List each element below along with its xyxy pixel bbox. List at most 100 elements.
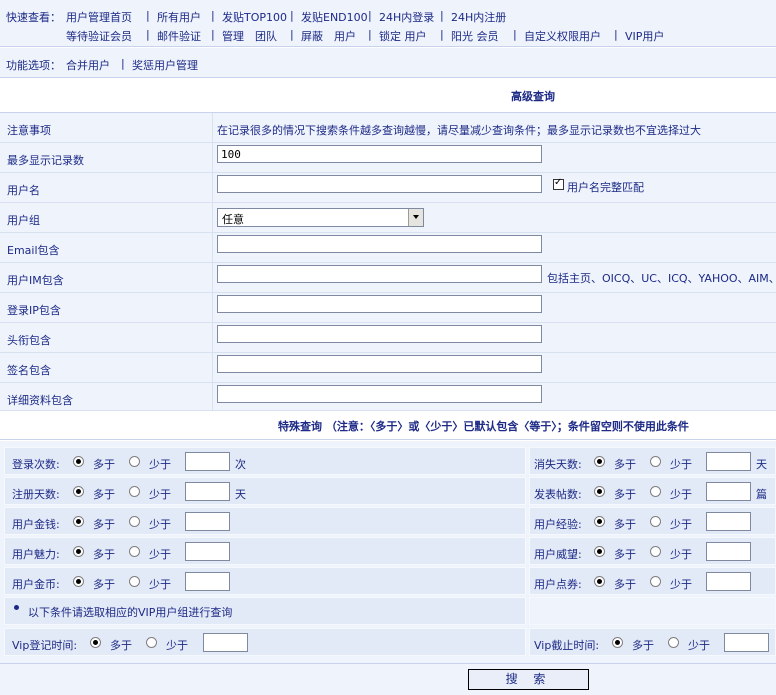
username-exact-match-label: 用户名完整匹配 <box>567 181 644 194</box>
nav-link-post-end100[interactable]: 发贴END100 <box>301 9 368 25</box>
footer-bar <box>0 663 776 695</box>
post-count-more-label: 多于 <box>614 488 636 501</box>
vip-expire-more-radio[interactable] <box>612 637 623 648</box>
absent-days-less-radio[interactable] <box>650 456 661 467</box>
nav-link-vip-users[interactable]: VIP用户 <box>625 28 664 44</box>
max-records-input[interactable] <box>217 145 542 163</box>
register-days-more-radio[interactable] <box>73 486 84 497</box>
nav-link-24h-login[interactable]: 24H内登录 <box>379 9 434 25</box>
signature-input[interactable] <box>217 355 542 373</box>
login-count-less-radio[interactable] <box>129 456 140 467</box>
search-button[interactable]: 搜 索 <box>468 669 589 690</box>
post-count-input[interactable] <box>706 482 751 501</box>
nav-link-sunshine-members[interactable]: 阳光 会员 <box>451 28 499 44</box>
login-ip-input[interactable] <box>217 295 542 313</box>
register-days-label: 注册天数: <box>12 488 60 501</box>
login-count-input[interactable] <box>185 452 230 471</box>
notice-text: 在记录很多的情况下搜索条件越多查询越慢，请尽量减少查询条件；最多显示记录数也不宜… <box>217 124 701 137</box>
vip-register-more-radio[interactable] <box>90 637 101 648</box>
register-days-input[interactable] <box>185 482 230 501</box>
username-exact-match-checkbox[interactable] <box>553 177 564 190</box>
user-im-input[interactable] <box>217 265 542 283</box>
username-input[interactable] <box>217 175 542 193</box>
money-input[interactable] <box>185 512 230 531</box>
money-less-radio[interactable] <box>129 516 140 527</box>
func-link-merge-users[interactable]: 合并用户 <box>66 57 110 73</box>
user-group-select[interactable]: 任意 <box>217 208 424 227</box>
nav-link-user-home[interactable]: 用户管理首页 <box>66 9 132 25</box>
charm-less-radio[interactable] <box>129 546 140 557</box>
nav-link-all-users[interactable]: 所有用户 <box>157 9 201 25</box>
post-count-label: 发表帖数: <box>534 488 582 501</box>
charm-input[interactable] <box>185 542 230 561</box>
vip-register-input[interactable] <box>203 633 248 652</box>
coupons-input[interactable] <box>706 572 751 591</box>
nav-sep: | <box>440 28 444 41</box>
title-input[interactable] <box>217 325 542 343</box>
vip-register-more-label: 多于 <box>110 639 132 652</box>
advanced-query-title: 高级查询 <box>511 90 555 103</box>
prestige-less-radio[interactable] <box>650 546 661 557</box>
coupons-more-radio[interactable] <box>594 576 605 587</box>
vip-register-label: Vip登记时间: <box>12 639 78 652</box>
login-count-unit: 次 <box>235 458 246 471</box>
notice-label: 注意事项 <box>7 124 51 137</box>
nav-sep: | <box>146 28 150 41</box>
nav-link-post-top100[interactable]: 发贴TOP100 <box>222 9 287 25</box>
nav-sep: | <box>368 28 372 41</box>
prestige-input[interactable] <box>706 542 751 561</box>
gold-input[interactable] <box>185 572 230 591</box>
charm-label: 用户魅力: <box>12 548 60 561</box>
chevron-down-icon[interactable] <box>408 209 423 226</box>
charm-more-radio[interactable] <box>73 546 84 557</box>
nav-link-admin-team[interactable]: 管理 团队 <box>222 28 277 44</box>
gold-more-radio[interactable] <box>73 576 84 587</box>
post-count-less-radio[interactable] <box>650 486 661 497</box>
coupons-less-radio[interactable] <box>650 576 661 587</box>
gold-less-radio[interactable] <box>129 576 140 587</box>
cell-vip-register <box>4 628 526 656</box>
profile-input[interactable] <box>217 385 542 403</box>
register-days-less-radio[interactable] <box>129 486 140 497</box>
title-label: 头衔包含 <box>7 334 51 347</box>
vip-expire-input[interactable] <box>724 633 769 652</box>
row-max-records: 最多显示记录数 <box>0 143 776 173</box>
nav-link-email-verify[interactable]: 邮件验证 <box>157 28 201 44</box>
email-input[interactable] <box>217 235 542 253</box>
vip-expire-less-radio[interactable] <box>668 637 679 648</box>
post-count-more-radio[interactable] <box>594 486 605 497</box>
login-count-less-label: 少于 <box>149 458 171 471</box>
prestige-more-radio[interactable] <box>594 546 605 557</box>
func-link-reward-punish[interactable]: 奖惩用户管理 <box>132 57 198 73</box>
experience-more-radio[interactable] <box>594 516 605 527</box>
absent-days-more-label: 多于 <box>614 458 636 471</box>
gold-more-label: 多于 <box>93 578 115 591</box>
experience-less-radio[interactable] <box>650 516 661 527</box>
login-count-more-radio[interactable] <box>73 456 84 467</box>
nav-link-24h-register[interactable]: 24H内注册 <box>451 9 506 25</box>
nav-link-pending-verify[interactable]: 等待验证会员 <box>66 28 132 44</box>
vip-register-less-radio[interactable] <box>146 637 157 648</box>
experience-input[interactable] <box>706 512 751 531</box>
money-more-radio[interactable] <box>73 516 84 527</box>
post-count-unit: 篇 <box>756 488 767 501</box>
absent-days-label: 消失天数: <box>534 458 582 471</box>
row-user-im: 用户IM包含 包括主页、OICQ、UC、ICQ、YAHOO、AIM、M <box>0 263 776 293</box>
special-query-header: 特殊查询 （注意：〈多于〉或〈少于〉已默认包含〈等于〉；条件留空则不使用此条件 <box>0 411 776 440</box>
nav-sep: | <box>211 9 215 22</box>
nav-sep: | <box>290 28 294 41</box>
vip-expire-more-label: 多于 <box>632 639 654 652</box>
vip-expire-less-label: 少于 <box>688 639 710 652</box>
nav-link-locked-users[interactable]: 锁定 用户 <box>379 28 427 44</box>
user-group-label: 用户组 <box>7 214 40 227</box>
nav-link-blocked-users[interactable]: 屏蔽 用户 <box>301 28 356 44</box>
absent-days-more-radio[interactable] <box>594 456 605 467</box>
register-days-more-label: 多于 <box>93 488 115 501</box>
absent-days-input[interactable] <box>706 452 751 471</box>
user-group-selected-value: 任意 <box>222 213 244 226</box>
nav-sep: | <box>440 9 444 22</box>
vip-register-less-label: 少于 <box>166 639 188 652</box>
nav-link-custom-permission[interactable]: 自定义权限用户 <box>524 28 601 44</box>
row-notice: 注意事项 在记录很多的情况下搜索条件越多查询越慢，请尽量减少查询条件；最多显示记… <box>0 113 776 143</box>
gold-label: 用户金币: <box>12 578 60 591</box>
